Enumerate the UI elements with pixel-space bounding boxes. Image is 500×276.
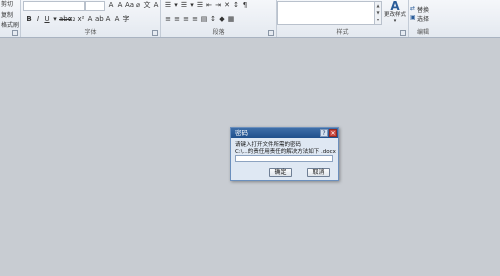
numbering-dropdown-icon[interactable]: ▾: [189, 1, 195, 9]
cancel-button[interactable]: 取消: [307, 168, 330, 177]
styles-launcher-icon[interactable]: [400, 30, 406, 36]
phonetic-guide-icon[interactable]: 文: [143, 1, 151, 9]
line-spacing-icon[interactable]: ↕: [209, 15, 217, 23]
paragraph-group-label: 段落: [212, 29, 225, 36]
bullets-icon[interactable]: ☰: [164, 1, 172, 9]
numbering-icon[interactable]: ☰: [180, 1, 188, 9]
editing-group-label: 编辑: [416, 29, 429, 36]
change-styles-icon: A: [390, 0, 400, 13]
text-effects-icon[interactable]: A: [86, 15, 94, 23]
subscript-icon[interactable]: x₂: [68, 15, 76, 23]
dropdown-icon[interactable]: ▾: [52, 15, 58, 23]
select-icon: ▣: [410, 14, 416, 21]
ok-button[interactable]: 确定: [269, 168, 292, 177]
italic-icon[interactable]: I: [34, 15, 42, 23]
enclose-char-icon[interactable]: 字: [122, 15, 130, 23]
show-marks-icon[interactable]: ¶: [241, 1, 249, 9]
dialog-titlebar[interactable]: 密码 ? ✕: [231, 128, 338, 138]
dialog-title: 密码: [235, 129, 248, 137]
align-left-icon[interactable]: ≡: [164, 15, 172, 23]
clear-format-icon[interactable]: ⌀: [134, 1, 142, 9]
multilevel-list-icon[interactable]: ☰: [196, 1, 204, 9]
paragraph-group: ☰ ▾ ☰ ▾ ☰ ⇤ ⇥ ✕ ↕ ¶ ≡ ≡ ≡ ≡ ▤ ↕ ◆ ▦ 段落: [161, 0, 277, 37]
justify-icon[interactable]: ≡: [191, 15, 199, 23]
cut-button[interactable]: 剪切: [1, 0, 13, 8]
font-name-combo[interactable]: [23, 1, 85, 11]
editing-group: 替换 选择 ⇄ ▣ 编辑: [409, 0, 437, 37]
font-group: A A Aa ⌀ 文 A B I U ▾ abc x₂ x² A ab A A …: [21, 0, 161, 37]
decrease-indent-icon[interactable]: ⇤: [205, 1, 213, 9]
shrink-font-icon[interactable]: A: [116, 1, 124, 9]
styles-group-label: 样式: [336, 29, 349, 36]
shading-icon[interactable]: ◆: [218, 15, 226, 23]
password-input[interactable]: [235, 155, 333, 162]
distribute-icon[interactable]: ▤: [200, 15, 208, 23]
clipboard-launcher-icon[interactable]: [12, 30, 18, 36]
underline-icon[interactable]: U: [43, 15, 51, 23]
char-border-icon[interactable]: A: [152, 1, 160, 9]
password-dialog: 密码 ? ✕ 请键入打开文件所需的密码 C:\...的责任用责任的解决方法如下 …: [230, 127, 339, 181]
char-shading-icon[interactable]: A: [113, 15, 121, 23]
help-icon[interactable]: ?: [320, 129, 328, 137]
styles-gallery[interactable]: [277, 1, 375, 25]
align-center-icon[interactable]: ≡: [173, 15, 181, 23]
select-button[interactable]: 选择: [417, 14, 429, 23]
format-painter-button[interactable]: 格式刷: [1, 20, 19, 29]
font-size-combo[interactable]: [85, 1, 105, 11]
replace-icon: ⇄: [410, 5, 416, 12]
file-path-label: C:\...的责任用责任的解决方法如下 .docx: [235, 149, 336, 155]
borders-icon[interactable]: ▦: [227, 15, 235, 23]
change-case-icon[interactable]: Aa: [125, 1, 134, 9]
increase-indent-icon[interactable]: ⇥: [214, 1, 222, 9]
font-group-label: 字体: [84, 29, 97, 36]
change-styles-dropdown-icon: ▾: [393, 18, 397, 24]
paragraph-launcher-icon[interactable]: [268, 30, 274, 36]
grow-font-icon[interactable]: A: [107, 1, 115, 9]
bold-icon[interactable]: B: [25, 15, 33, 23]
chinese-layout-icon[interactable]: ✕: [223, 1, 231, 9]
change-styles-button[interactable]: A 更改样式 ▾: [383, 0, 407, 28]
sort-icon[interactable]: ↕: [232, 1, 240, 9]
font-color-icon[interactable]: A: [104, 15, 112, 23]
clipboard-group: 剪切 复制 格式刷: [0, 0, 21, 37]
styles-gallery-scroll[interactable]: ▲ ▼ ▾: [374, 1, 382, 25]
close-icon[interactable]: ✕: [329, 129, 337, 137]
strikethrough-icon[interactable]: abc: [59, 15, 72, 23]
font-launcher-icon[interactable]: [152, 30, 158, 36]
superscript-icon[interactable]: x²: [77, 15, 85, 23]
copy-button[interactable]: 复制: [1, 10, 13, 19]
align-right-icon[interactable]: ≡: [182, 15, 190, 23]
ribbon: 剪切 复制 格式刷 A A Aa ⌀ 文 A B I U ▾ abc x₂ x²…: [0, 0, 500, 38]
highlight-icon[interactable]: ab: [95, 15, 104, 23]
replace-button[interactable]: 替换: [417, 5, 429, 14]
bullets-dropdown-icon[interactable]: ▾: [173, 1, 179, 9]
